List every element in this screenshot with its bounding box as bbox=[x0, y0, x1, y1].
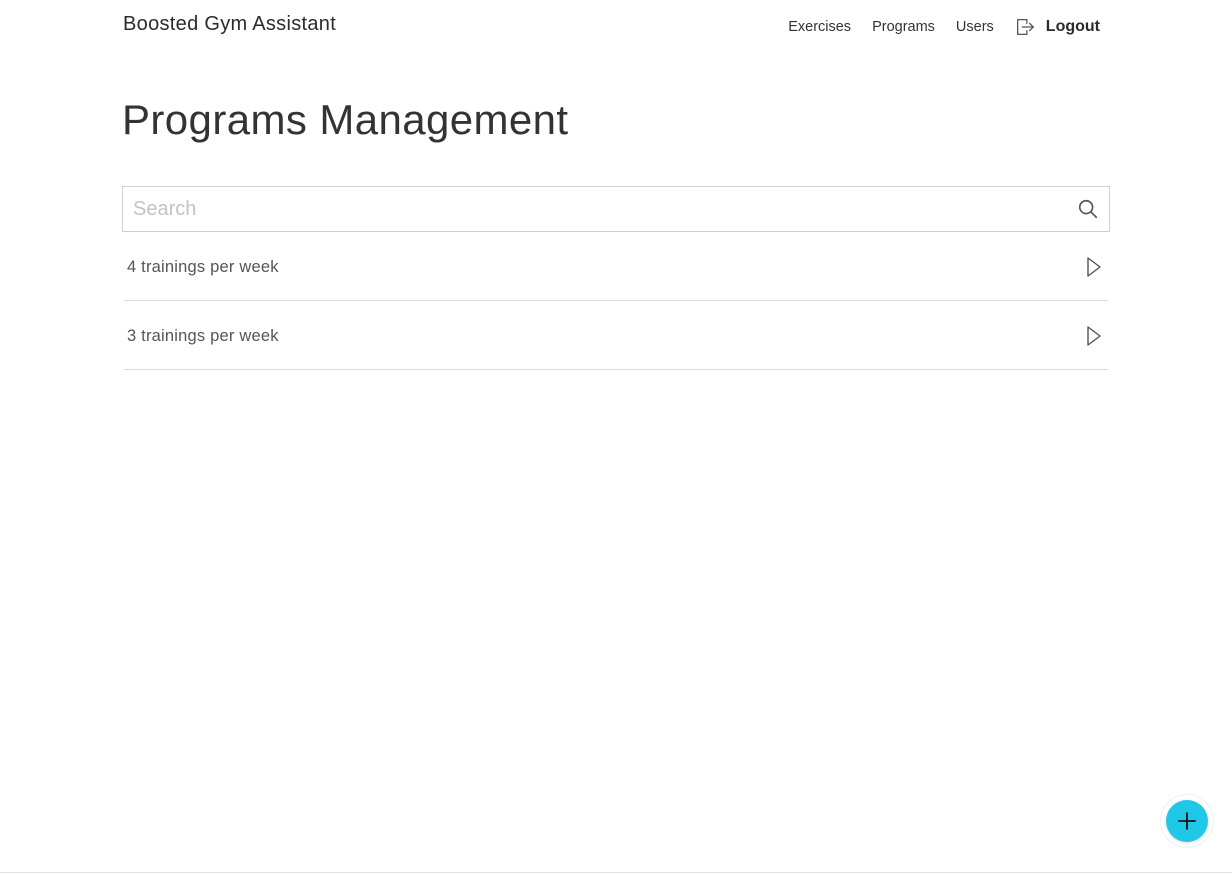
logout-button[interactable]: Logout bbox=[1014, 16, 1100, 38]
search-input[interactable] bbox=[123, 187, 1063, 231]
search-icon[interactable] bbox=[1077, 198, 1099, 220]
top-navbar: Boosted Gym Assistant Exercises Programs… bbox=[0, 0, 1232, 54]
chevron-right-icon[interactable] bbox=[1086, 325, 1102, 347]
nav-exercises-link[interactable]: Exercises bbox=[788, 19, 851, 35]
nav-programs-link[interactable]: Programs bbox=[872, 19, 935, 35]
footer-divider bbox=[0, 872, 1232, 873]
program-name: 4 trainings per week bbox=[127, 258, 279, 276]
nav-users-link[interactable]: Users bbox=[956, 19, 994, 35]
main-nav: Exercises Programs Users Logout bbox=[788, 17, 1100, 37]
program-list-item[interactable]: 4 trainings per week bbox=[124, 232, 1108, 301]
search-box bbox=[122, 186, 1110, 232]
add-program-button[interactable] bbox=[1166, 800, 1208, 842]
logout-icon bbox=[1016, 19, 1034, 35]
chevron-right-icon[interactable] bbox=[1086, 256, 1102, 278]
program-name: 3 trainings per week bbox=[127, 327, 279, 345]
logout-label: Logout bbox=[1045, 18, 1100, 35]
plus-icon bbox=[1178, 812, 1196, 830]
program-list: 4 trainings per week 3 trainings per wee… bbox=[124, 232, 1108, 370]
program-list-item[interactable]: 3 trainings per week bbox=[124, 301, 1108, 370]
brand-title[interactable]: Boosted Gym Assistant bbox=[123, 13, 336, 36]
page-title: Programs Management bbox=[122, 96, 569, 143]
